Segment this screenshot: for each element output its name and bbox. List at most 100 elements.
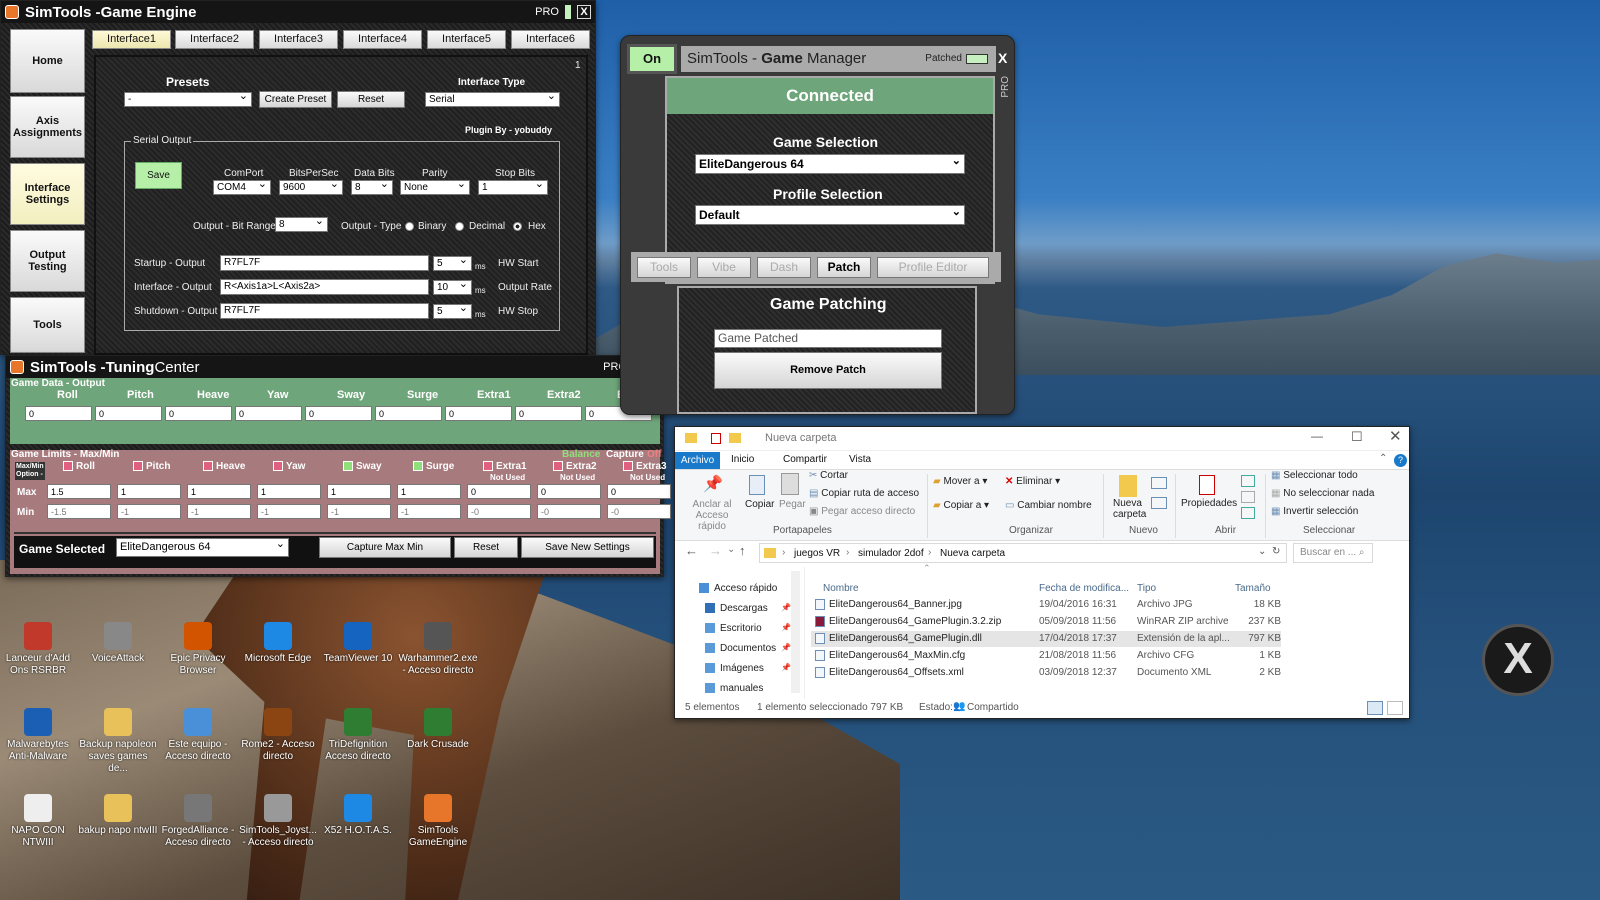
game-engine-titlebar[interactable]: SimTools - Game Engine PRO X (1, 1, 595, 23)
file-row[interactable]: EliteDangerous64_MaxMin.cfg 21/08/2018 11… (811, 648, 1281, 664)
forward-icon[interactable]: → (709, 543, 722, 558)
nav-item[interactable]: Imágenes 📌 (705, 663, 791, 674)
max-input[interactable]: 1.5 (47, 484, 111, 499)
col-size[interactable]: Tamaño (1235, 583, 1271, 594)
preset-select[interactable]: - (124, 90, 252, 107)
save-new-settings-button[interactable]: Save New Settings (521, 537, 654, 558)
large-icons-view-icon[interactable] (1387, 701, 1403, 715)
reset-button[interactable]: Reset (337, 91, 405, 108)
tab-interface1[interactable]: Interface1 (92, 30, 171, 49)
up-icon[interactable]: ↑ (739, 543, 746, 558)
desktop-icon[interactable]: SimTools GameEngine (398, 794, 478, 849)
desktop-icon[interactable]: Warhammer2.exe - Acceso directo (398, 622, 478, 677)
maximize-icon[interactable]: ☐ (1351, 429, 1363, 445)
col-name[interactable]: Nombre (823, 583, 859, 594)
profile-selection-select[interactable]: Default (695, 203, 965, 225)
min-input[interactable]: -0 (537, 504, 601, 519)
reset-limits-button[interactable]: Reset (454, 537, 518, 558)
open-icon[interactable] (1241, 475, 1255, 487)
nav-item[interactable]: Acceso rápido (699, 583, 777, 594)
properties-button[interactable]: Propiedades (1181, 498, 1237, 509)
desktop-icon[interactable]: X52 H.O.T.A.S. (318, 794, 398, 837)
paste-shortcut-button[interactable]: ▣ Pegar acceso directo (809, 506, 915, 517)
axis-toggle[interactable]: Pitch (133, 461, 170, 472)
databits-select[interactable]: 8 (351, 178, 393, 195)
pin-icon[interactable]: 📌 (781, 603, 791, 612)
nav-item[interactable]: Escritorio 📌 (705, 623, 791, 634)
file-row[interactable]: EliteDangerous64_GamePlugin.3.2.zip 05/09… (811, 614, 1281, 630)
explorer-titlebar[interactable]: Nueva carpeta — ☐ ✕ (675, 427, 1409, 451)
desktop-icon[interactable]: bakup napo ntwIII (78, 794, 158, 837)
path-segment-3[interactable]: Nueva carpeta (940, 548, 1005, 559)
col-date[interactable]: Fecha de modifica... (1039, 583, 1129, 594)
max-input[interactable]: 1 (397, 484, 461, 499)
stopbits-select[interactable]: 1 (478, 178, 548, 195)
axis-toggle[interactable]: Extra1 (483, 461, 527, 472)
rename-button[interactable]: ▭ Cambiar nombre (1005, 500, 1092, 511)
max-input[interactable]: 1 (327, 484, 391, 499)
tab-dash[interactable]: Dash (757, 257, 811, 278)
nav-axis-assignments[interactable]: Axis Assignments (10, 96, 85, 158)
desktop-icon[interactable]: TriDefignition Acceso directo (318, 708, 398, 763)
min-input[interactable]: -1.5 (47, 504, 111, 519)
nav-interface-settings[interactable]: Interface Settings (10, 163, 85, 225)
minimize-icon[interactable]: — (1311, 429, 1323, 443)
interface-type-select[interactable]: Serial (425, 90, 560, 107)
close-icon[interactable]: ✕ (1389, 427, 1402, 445)
col-type[interactable]: Tipo (1137, 583, 1156, 594)
min-input[interactable]: -1 (397, 504, 461, 519)
pin-icon[interactable]: 📌 (781, 623, 791, 632)
nav-item[interactable]: Documentos 📌 (705, 643, 791, 654)
copy-button[interactable]: Copiar (745, 499, 774, 510)
min-input[interactable]: -1 (117, 504, 181, 519)
tab-interface2[interactable]: Interface2 (175, 30, 254, 49)
tab-profile-editor[interactable]: Profile Editor (877, 257, 989, 278)
desktop-icon[interactable]: Lanceur d'Add Ons RSRBR (0, 622, 78, 677)
address-bar[interactable]: › juegos VR › simulador 2dof › Nueva car… (759, 543, 1287, 563)
shutdown-output-input[interactable]: R7FL7F (220, 303, 429, 319)
select-none-button[interactable]: ▦ No seleccionar nada (1271, 488, 1374, 499)
checkbox-icon[interactable] (63, 461, 73, 472)
interface-output-input[interactable]: R<Axis1a>L<Axis2a> (220, 279, 429, 295)
properties-icon[interactable] (711, 433, 721, 444)
min-input[interactable]: -1 (327, 504, 391, 519)
binary-radio[interactable] (405, 222, 414, 231)
min-input[interactable]: -1 (257, 504, 321, 519)
file-row[interactable]: EliteDangerous64_GamePlugin.dll 17/04/201… (811, 631, 1281, 647)
recent-icon[interactable]: ⌄ (727, 544, 735, 555)
parity-select[interactable]: None (400, 178, 470, 195)
tab-interface6[interactable]: Interface6 (511, 30, 590, 49)
pin-icon[interactable]: 📌 (781, 663, 791, 672)
desktop-icon[interactable]: TeamViewer 10 (318, 622, 398, 665)
axis-toggle[interactable]: Extra3 (623, 461, 667, 472)
min-input[interactable]: -1 (187, 504, 251, 519)
max-input[interactable]: 1 (257, 484, 321, 499)
edit-icon[interactable] (1241, 491, 1255, 503)
cut-button[interactable]: ✂ Cortar (809, 470, 848, 481)
desktop-icon[interactable]: Malwarebytes Anti-Malware (0, 708, 78, 763)
chevron-down-icon[interactable]: ⌄ (1258, 546, 1266, 557)
nav-home[interactable]: Home (10, 29, 85, 93)
hex-radio[interactable] (513, 222, 522, 231)
on-button[interactable]: On (627, 44, 677, 74)
max-input[interactable]: 1 (117, 484, 181, 499)
comport-select[interactable]: COM4 (213, 178, 271, 195)
bitrange-select[interactable]: 8 (275, 215, 328, 232)
paste-button[interactable]: Pegar (779, 499, 806, 510)
select-all-button[interactable]: ▦ Seleccionar todo (1271, 470, 1358, 481)
tab-interface4[interactable]: Interface4 (343, 30, 422, 49)
details-view-icon[interactable] (1367, 701, 1383, 715)
path-segment-1[interactable]: juegos VR (794, 548, 840, 559)
axis-toggle[interactable]: Sway (343, 461, 382, 472)
checkbox-icon[interactable] (413, 461, 423, 472)
desktop-icon[interactable]: Microsoft Edge (238, 622, 318, 665)
axis-toggle[interactable]: Roll (63, 461, 95, 472)
checkbox-icon[interactable] (343, 461, 353, 472)
checkbox-icon[interactable] (273, 461, 283, 472)
close-button[interactable]: X (998, 50, 1007, 66)
max-input[interactable]: 1 (187, 484, 251, 499)
desktop-icon[interactable]: Backup napoleon saves games de... (78, 708, 158, 775)
file-row[interactable]: EliteDangerous64_Offsets.xml 03/09/2018 1… (811, 665, 1281, 681)
tab-inicio[interactable]: Inicio (731, 454, 754, 465)
min-input[interactable]: -0 (467, 504, 531, 519)
